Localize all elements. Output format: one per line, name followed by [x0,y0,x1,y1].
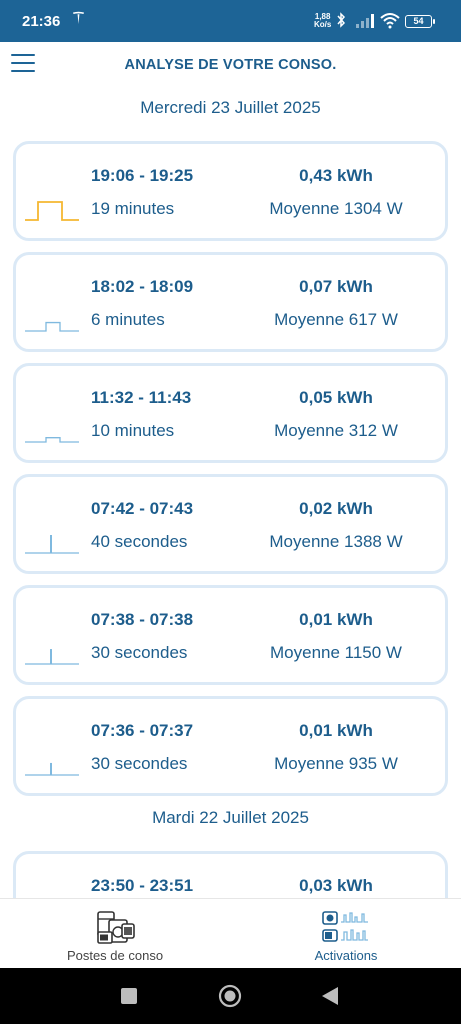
activation-time-range: 18:02 - 18:09 [91,277,194,296]
activation-energy: 0,43 kWh [299,166,373,185]
network-speed: 1,88 Ko/s [314,13,331,29]
app-bar: ANALYSE DE VOTRE CONSO. [0,42,461,90]
activation-card[interactable]: 07:42 - 07:43 0,02 kWh 40 secondes Moyen… [13,474,448,574]
bottom-navigation: Postes de conso Activations [0,898,461,968]
status-bar: 21:36 1,88 Ko/s 54 [0,0,461,42]
tab-activations[interactable]: Activations [231,899,461,969]
activation-energy: 0,07 kWh [299,277,373,296]
activation-profile-icon [25,321,79,332]
system-navigation-bar [0,968,461,1024]
activation-energy: 0,01 kWh [299,610,373,629]
tesla-icon [72,11,85,29]
back-button[interactable] [321,986,339,1006]
activation-average: Moyenne 312 W [274,421,398,440]
activation-profile-line [25,321,79,332]
activation-energy: 0,05 kWh [299,388,373,407]
tab-label: Postes de conso [66,948,164,963]
activation-time-range: 07:42 - 07:43 [91,499,194,518]
page-title: ANALYSE DE VOTRE CONSO. [124,57,337,73]
battery-icon: 54 [405,15,435,28]
activation-profile-icon [25,649,79,665]
activation-energy: 0,03 kWh [299,876,373,895]
status-time: 21:36 [22,13,61,30]
wifi-icon [380,12,400,29]
activations-icon [322,911,368,942]
activation-profile-icon [25,201,79,221]
activation-time-range: 11:32 - 11:43 [91,388,192,407]
activation-profile-icon [25,762,79,776]
activation-energy: 0,01 kWh [299,721,373,740]
activation-card[interactable]: 19:06 - 19:25 0,43 kWh 19 minutes Moyenn… [13,141,448,241]
home-button[interactable] [218,984,242,1008]
activation-average: Moyenne 935 W [274,754,398,773]
activation-card[interactable]: 11:32 - 11:43 0,05 kWh 10 minutes Moyenn… [13,363,448,463]
day-header: Mardi 22 Juillet 2025 [152,808,309,827]
network-speed-unit: Ko/s [314,20,332,29]
tab-label: Activations [314,948,378,963]
activation-average: Moyenne 1150 W [270,643,402,662]
recent-apps-button[interactable] [121,988,137,1004]
tab-postes-de-conso[interactable]: Postes de conso [0,899,230,969]
activation-time-range: 07:36 - 07:37 [91,721,194,740]
activation-card[interactable]: 18:02 - 18:09 0,07 kWh 6 minutes Moyenne… [13,252,448,352]
activation-average: Moyenne 617 W [274,310,398,329]
signal-icon [355,13,377,28]
activation-energy: 0,02 kWh [299,499,373,518]
activation-time-range: 23:50 - 23:51 [91,876,194,895]
activation-time-range: 19:06 - 19:25 [91,166,194,185]
activation-time-range: 07:38 - 07:38 [91,610,194,629]
activation-card[interactable]: 07:38 - 07:38 0,01 kWh 30 secondes Moyen… [13,585,448,685]
appliances-icon [97,911,135,944]
activation-average: Moyenne 1304 W [269,199,403,218]
activation-profile-line [25,437,79,443]
activation-card[interactable]: 07:36 - 07:37 0,01 kWh 30 secondes Moyen… [13,696,448,796]
activation-average: Moyenne 1388 W [269,532,403,551]
activation-profile-icon [25,535,79,554]
day-header: Mercredi 23 Juillet 2025 [140,98,321,117]
bluetooth-icon [336,12,346,31]
activation-profile-icon [25,437,79,443]
activation-profile-line [25,201,79,221]
